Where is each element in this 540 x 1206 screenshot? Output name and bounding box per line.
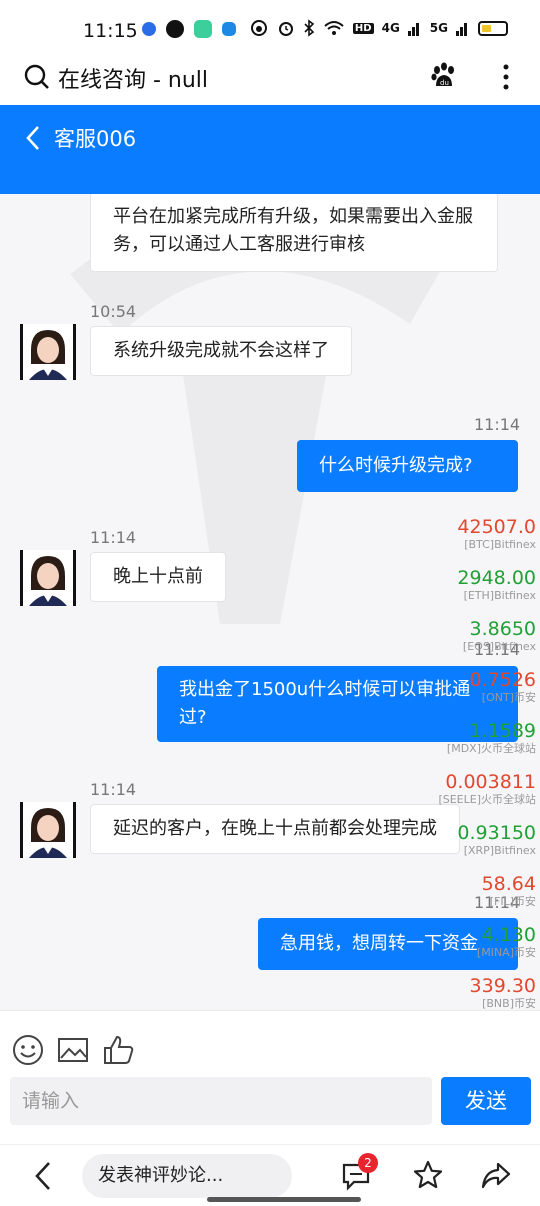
message-composer: 请输入 发送	[0, 1010, 540, 1144]
message-time: 11:14	[474, 415, 521, 434]
agent-avatar	[20, 324, 76, 380]
chat-messages[interactable]: 平台在加紧完成所有升级，如果需要出入金服务，可以通过人工客服进行审核 10:54…	[0, 194, 540, 1010]
price-ticker-item: 4.130 [MINA]币安	[477, 924, 536, 960]
back-icon[interactable]	[30, 1159, 56, 1193]
ticker-source: [SEELE]火币全球站	[438, 793, 536, 806]
image-icon[interactable]	[56, 1033, 90, 1067]
price-ticker-item: 42507.0 [BTC]Bitfinex	[457, 516, 536, 552]
more-icon[interactable]	[496, 62, 516, 92]
message-text: 延迟的客户，在晚上十点前都会处理完成	[113, 818, 437, 839]
alarm-icon	[278, 22, 293, 36]
signal-icon	[407, 23, 419, 36]
comment-count-badge: 2	[358, 1153, 378, 1173]
search-icon[interactable]	[24, 64, 50, 90]
price-ticker-item: 339.30 [BNB]币安	[470, 975, 536, 1010]
status-time: 11:15	[83, 20, 138, 42]
ticker-price: 0.93150	[457, 822, 536, 844]
price-ticker-item: 3.8650 [EOS]Bitfinex	[463, 618, 536, 654]
ticker-source: [FIL]币安	[489, 895, 536, 908]
received-message: 晚上十点前	[90, 552, 226, 602]
system-status-icons: HD 4G 5G	[249, 19, 508, 37]
send-button[interactable]: 发送	[441, 1077, 531, 1125]
price-ticker-item: 0.93150 [XRP]Bitfinex	[457, 822, 536, 858]
browser-bar: 在线咨询 - null du	[0, 60, 540, 105]
battery-icon	[478, 20, 508, 36]
app-notification-icon	[166, 20, 184, 38]
ticker-source: [BNB]币安	[482, 997, 536, 1010]
hd-label: HD	[352, 22, 374, 34]
agent-avatar	[20, 550, 76, 606]
ticker-price: 42507.0	[457, 516, 536, 538]
bluetooth-icon	[304, 19, 315, 37]
price-ticker-item: 58.64 [FIL]币安	[482, 873, 536, 909]
message-time: 10:54	[90, 302, 137, 321]
sent-message: 什么时候升级完成?	[297, 440, 518, 492]
message-text: 平台在加紧完成所有升级，如果需要出入金服务，可以通过人工客服进行审核	[113, 206, 473, 255]
chat-header: 客服006	[0, 105, 540, 194]
share-icon[interactable]	[480, 1159, 512, 1191]
back-icon[interactable]	[22, 123, 46, 153]
agent-avatar	[20, 802, 76, 858]
ticker-source: [MDX]火币全球站	[446, 742, 536, 755]
chat-page: 11:15 HD 4G 5G 在线咨询 - null du 客服006 平台在加…	[0, 0, 540, 1206]
message-text: 什么时候升级完成?	[319, 455, 473, 476]
price-ticker-item: 0.7526 [ONT]币安	[470, 669, 536, 705]
ticker-source: [ETH]Bitfinex	[463, 589, 536, 602]
status-bar: 11:15 HD 4G 5G	[0, 0, 540, 60]
ticker-source: [MINA]币安	[476, 946, 536, 959]
message-input[interactable]: 请输入	[10, 1077, 432, 1125]
ticker-price: 3.8650	[469, 618, 536, 640]
vpn-icon	[250, 20, 267, 36]
message-text: 我出金了1500u什么时候可以审批通过?	[179, 679, 471, 728]
signal-4g-label: 4G	[381, 21, 400, 35]
message-time: 11:14	[90, 528, 137, 547]
ticker-price: 339.30	[469, 975, 536, 997]
ticker-price: 58.64	[481, 873, 536, 895]
notification-icons	[142, 20, 262, 38]
app-notification-icon	[194, 20, 212, 38]
message-text: 晚上十点前	[113, 566, 203, 587]
ticker-price: 4.130	[481, 924, 536, 946]
ticker-price: 0.7526	[469, 669, 536, 691]
ticker-price: 0.003811	[445, 771, 536, 793]
ticker-source: [BTC]Bitfinex	[464, 538, 536, 551]
baidu-paw-icon[interactable]: du	[430, 62, 458, 90]
ticker-source: [ONT]币安	[481, 691, 536, 704]
message-text: 急用钱，想周转一下资金	[280, 933, 478, 954]
ticker-source: [XRP]Bitfinex	[463, 844, 536, 857]
ticker-source: [EOS]Bitfinex	[462, 640, 536, 653]
emoji-icon[interactable]	[11, 1033, 45, 1067]
signal-icon	[456, 23, 467, 36]
home-indicator[interactable]	[207, 1197, 361, 1202]
wifi-icon	[324, 21, 344, 35]
app-notification-icon	[142, 22, 156, 36]
browser-bottom-nav: 发表神评妙论... 2	[0, 1144, 540, 1206]
agent-name: 客服006	[54, 127, 137, 151]
price-ticker-item: 1.1589 [MDX]火币全球站	[447, 720, 536, 756]
like-icon[interactable]	[102, 1033, 136, 1067]
received-message: 系统升级完成就不会这样了	[90, 326, 352, 376]
star-icon[interactable]	[412, 1159, 444, 1191]
comment-input[interactable]: 发表神评妙论...	[82, 1154, 292, 1198]
price-ticker-item: 0.003811 [SEELE]火币全球站	[438, 771, 536, 807]
message-time: 11:14	[90, 780, 137, 799]
received-message: 平台在加紧完成所有升级，如果需要出入金服务，可以通过人工客服进行审核	[90, 194, 498, 272]
message-text: 系统升级完成就不会这样了	[113, 340, 329, 361]
ticker-price: 1.1589	[469, 720, 536, 742]
page-title: 在线咨询 - null	[58, 68, 209, 93]
ticker-price: 2948.00	[457, 567, 536, 589]
price-ticker-item: 2948.00 [ETH]Bitfinex	[457, 567, 536, 603]
app-notification-icon	[222, 22, 236, 36]
svg-text:du: du	[440, 79, 449, 87]
signal-5g-label: 5G	[429, 21, 448, 35]
received-message: 延迟的客户，在晚上十点前都会处理完成	[90, 804, 460, 854]
